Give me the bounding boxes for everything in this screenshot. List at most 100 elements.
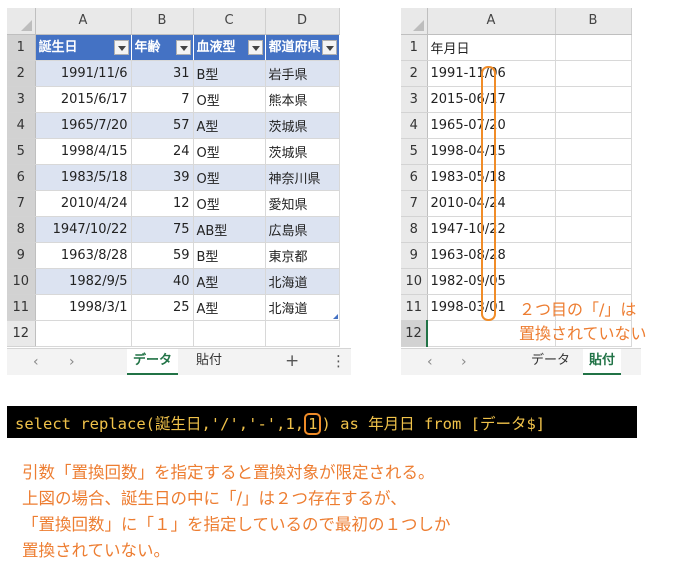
cell-age[interactable]: 39 [131, 164, 194, 191]
cell-blood-type[interactable]: O型 [193, 86, 266, 113]
cell-blood-type[interactable]: A型 [193, 268, 266, 295]
filter-dropdown-icon[interactable] [175, 39, 191, 55]
cell-age[interactable]: 12 [131, 190, 194, 217]
empty-cell[interactable] [131, 320, 194, 347]
chevron-left-icon[interactable]: ‹ [427, 354, 433, 370]
chevron-left-icon[interactable]: ‹ [33, 354, 39, 370]
column-header-b[interactable]: B [131, 8, 194, 35]
select-all-corner[interactable] [7, 8, 36, 35]
cell-prefecture[interactable]: 岩手県 [265, 60, 340, 87]
more-options-icon[interactable]: ⋮ [331, 352, 346, 370]
cell-age[interactable]: 31 [131, 60, 194, 87]
tab-paste[interactable]: 貼付 [190, 349, 228, 375]
cell-prefecture[interactable]: 茨城県 [265, 138, 340, 165]
cell-blood-type[interactable]: O型 [193, 164, 266, 191]
cell-blood-type[interactable]: O型 [193, 138, 266, 165]
cell-birthday[interactable]: 1998/4/15 [35, 138, 132, 165]
row-header[interactable]: 4 [401, 112, 428, 139]
empty-cell[interactable] [555, 242, 632, 269]
row-header[interactable]: 6 [7, 164, 36, 191]
cell-blood-type[interactable]: AB型 [193, 216, 266, 243]
cell-age[interactable]: 59 [131, 242, 194, 269]
cell-prefecture[interactable]: 神奈川県 [265, 164, 340, 191]
table-header-prefecture[interactable]: 都道府県 [265, 34, 340, 61]
row-header[interactable]: 10 [7, 268, 36, 295]
add-sheet-icon[interactable]: + [285, 351, 299, 371]
cell-birthday[interactable]: 1963/8/28 [35, 242, 132, 269]
row-header[interactable]: 7 [401, 190, 428, 217]
row-header[interactable]: 5 [7, 138, 36, 165]
cell-blood-type[interactable]: O型 [193, 190, 266, 217]
cell-birthday[interactable]: 1982/9/5 [35, 268, 132, 295]
empty-cell[interactable] [35, 320, 132, 347]
table-header-blood-type[interactable]: 血液型 [193, 34, 266, 61]
cell-blood-type[interactable]: B型 [193, 242, 266, 269]
row-header[interactable]: 1 [7, 34, 36, 61]
cell-blood-type[interactable]: A型 [193, 112, 266, 139]
cell-age[interactable]: 25 [131, 294, 194, 321]
column-header-b[interactable]: B [555, 8, 632, 35]
tab-data[interactable]: データ [525, 349, 576, 375]
filter-dropdown-icon[interactable] [247, 39, 263, 55]
cell-prefecture[interactable]: 北海道 [265, 268, 340, 295]
row-header[interactable]: 9 [401, 242, 428, 269]
cell-age[interactable]: 75 [131, 216, 194, 243]
cell-birthday[interactable]: 1983/5/18 [35, 164, 132, 191]
row-header[interactable]: 1 [401, 34, 428, 61]
cell-date-header[interactable]: 年月日 [427, 34, 556, 61]
row-header[interactable]: 8 [401, 216, 428, 243]
cell-age[interactable]: 7 [131, 86, 194, 113]
filter-dropdown-icon[interactable] [321, 39, 337, 55]
cell-prefecture[interactable]: 茨城県 [265, 112, 340, 139]
column-header-d[interactable]: D [265, 8, 340, 35]
row-header[interactable]: 3 [7, 86, 36, 113]
cell-prefecture[interactable]: 愛知県 [265, 190, 340, 217]
empty-cell[interactable] [193, 320, 266, 347]
select-all-corner[interactable] [401, 8, 428, 35]
row-header[interactable]: 3 [401, 86, 428, 113]
cell-prefecture[interactable]: 広島県 [265, 216, 340, 243]
filter-dropdown-icon[interactable] [113, 39, 129, 55]
row-header[interactable]: 9 [7, 242, 36, 269]
empty-cell[interactable] [555, 164, 632, 191]
cell-birthday[interactable]: 1965/7/20 [35, 112, 132, 139]
row-header[interactable]: 11 [7, 294, 36, 321]
cell-blood-type[interactable]: A型 [193, 294, 266, 321]
table-header-birthday[interactable]: 誕生日 [35, 34, 132, 61]
row-header[interactable]: 6 [401, 164, 428, 191]
row-header-selected[interactable]: 12 [401, 320, 428, 347]
tab-paste[interactable]: 貼付 [583, 349, 622, 375]
cell-birthday[interactable]: 1998/3/1 [35, 294, 132, 321]
empty-cell[interactable] [555, 112, 632, 139]
chevron-right-icon[interactable]: › [461, 354, 467, 370]
empty-cell[interactable] [555, 138, 632, 165]
empty-cell[interactable] [555, 60, 632, 87]
row-header[interactable]: 8 [7, 216, 36, 243]
cell-prefecture[interactable]: 北海道 [265, 294, 340, 321]
column-header-a[interactable]: A [35, 8, 132, 35]
chevron-right-icon[interactable]: › [69, 354, 75, 370]
cell-age[interactable]: 40 [131, 268, 194, 295]
row-header[interactable]: 4 [7, 112, 36, 139]
cell-age[interactable]: 24 [131, 138, 194, 165]
empty-cell[interactable] [555, 216, 632, 243]
row-header[interactable]: 11 [401, 294, 428, 321]
cell-prefecture[interactable]: 熊本県 [265, 86, 340, 113]
cell-birthday[interactable]: 1947/10/22 [35, 216, 132, 243]
row-header[interactable]: 5 [401, 138, 428, 165]
tab-data[interactable]: データ [127, 349, 179, 375]
empty-cell[interactable] [555, 190, 632, 217]
cell-birthday[interactable]: 1991/11/6 [35, 60, 132, 87]
empty-cell[interactable] [555, 268, 632, 295]
row-header[interactable]: 12 [7, 320, 36, 347]
cell-birthday[interactable]: 2015/6/17 [35, 86, 132, 113]
table-header-age[interactable]: 年齢 [131, 34, 194, 61]
cell-prefecture[interactable]: 東京都 [265, 242, 340, 269]
cell-blood-type[interactable]: B型 [193, 60, 266, 87]
cell-age[interactable]: 57 [131, 112, 194, 139]
row-header[interactable]: 10 [401, 268, 428, 295]
empty-cell[interactable] [555, 86, 632, 113]
row-header[interactable]: 7 [7, 190, 36, 217]
empty-cell[interactable] [265, 320, 340, 347]
empty-cell[interactable] [555, 34, 632, 61]
